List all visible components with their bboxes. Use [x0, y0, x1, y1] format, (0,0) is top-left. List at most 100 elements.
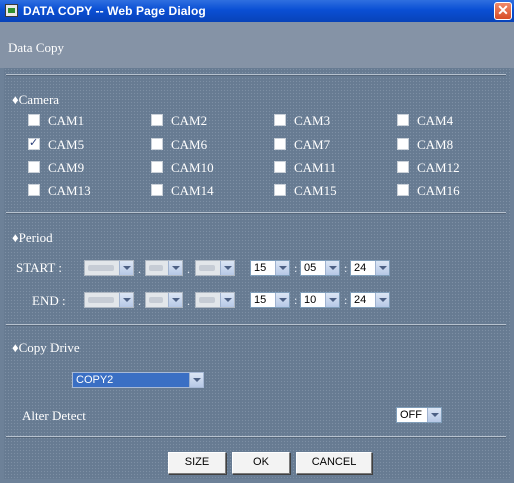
start-hour-select[interactable]: 15	[250, 260, 290, 276]
camera-label: CAM11	[294, 160, 337, 175]
camera-label: CAM13	[48, 183, 91, 198]
camera-checkbox-item[interactable]: CAM7	[274, 137, 330, 153]
checkbox[interactable]	[151, 184, 163, 196]
dialog-window: DATA COPY -- Web Page Dialog ✕ Data Copy…	[0, 0, 514, 483]
time-separator: :	[344, 293, 348, 307]
chevron-down-icon	[275, 293, 289, 307]
page-header: Data Copy	[0, 22, 514, 68]
checkbox[interactable]	[28, 161, 40, 173]
camera-label: CAM15	[294, 183, 337, 198]
start-label: START :	[16, 260, 62, 275]
camera-checkbox-item[interactable]: CAM6	[151, 137, 207, 153]
chevron-down-icon	[375, 261, 389, 275]
checkbox[interactable]	[274, 161, 286, 173]
copy-drive-section-label: ♦Copy Drive	[12, 340, 80, 355]
checkbox[interactable]	[274, 114, 286, 126]
start-day-select[interactable]	[145, 260, 183, 276]
title-bar[interactable]: DATA COPY -- Web Page Dialog ✕	[0, 0, 514, 22]
divider	[6, 74, 506, 76]
checkbox[interactable]	[397, 184, 409, 196]
camera-label: CAM6	[171, 137, 208, 152]
size-button[interactable]: SIZE	[168, 452, 226, 474]
camera-checkbox-item[interactable]: CAM5	[28, 136, 85, 153]
camera-checkbox-item[interactable]: CAM13	[28, 183, 91, 199]
camera-checkbox-item[interactable]: CAM16	[397, 183, 460, 199]
alter-detect-select[interactable]: OFF	[396, 407, 442, 423]
start-minute-select[interactable]: 05	[300, 260, 340, 276]
end-day-select[interactable]	[145, 292, 183, 308]
checkbox[interactable]	[151, 161, 163, 173]
camera-label: CAM9	[48, 160, 85, 175]
end-hour-select[interactable]: 15	[250, 292, 290, 308]
chevron-down-icon	[275, 261, 289, 275]
camera-label: CAM3	[294, 113, 331, 128]
checkbox[interactable]	[274, 184, 286, 196]
checkbox[interactable]	[28, 184, 40, 196]
time-separator: :	[294, 261, 298, 275]
period-section-label: ♦Period	[12, 230, 53, 245]
chevron-down-icon	[119, 261, 133, 275]
ok-button[interactable]: OK	[232, 452, 290, 474]
checkbox[interactable]	[28, 114, 40, 126]
chevron-down-icon	[189, 373, 203, 387]
divider	[6, 212, 506, 214]
chevron-down-icon	[375, 293, 389, 307]
camera-checkbox-item[interactable]: CAM12	[397, 160, 460, 176]
checkbox[interactable]	[397, 161, 409, 173]
end-minute-select[interactable]: 10	[300, 292, 340, 308]
end-month-select[interactable]	[84, 292, 134, 308]
camera-checkbox-item[interactable]: CAM3	[274, 113, 330, 129]
chevron-down-icon	[220, 293, 234, 307]
date-separator: .	[138, 262, 141, 276]
camera-checkbox-item[interactable]: CAM10	[151, 160, 214, 176]
camera-checkbox-item[interactable]: CAM9	[28, 160, 84, 176]
alter-detect-label: Alter Detect	[22, 408, 86, 423]
end-year-select[interactable]	[195, 292, 235, 308]
date-separator: .	[187, 262, 190, 276]
chevron-down-icon	[168, 293, 182, 307]
camera-checkbox-item[interactable]: CAM8	[397, 137, 453, 153]
chevron-down-icon	[325, 261, 339, 275]
camera-label: CAM4	[417, 113, 454, 128]
camera-section-label: ♦Camera	[12, 92, 60, 107]
checkbox[interactable]	[151, 138, 163, 150]
camera-label: CAM1	[48, 113, 85, 128]
camera-checkbox-item[interactable]: CAM1	[28, 113, 84, 129]
checkbox[interactable]	[274, 138, 286, 150]
copy-drive-select[interactable]: COPY2	[72, 372, 204, 388]
checkbox[interactable]	[151, 114, 163, 126]
close-button[interactable]: ✕	[494, 2, 512, 20]
start-second-select[interactable]: 24	[350, 260, 390, 276]
camera-label: CAM2	[171, 113, 208, 128]
checkbox[interactable]	[397, 138, 409, 150]
chevron-down-icon	[220, 261, 234, 275]
camera-label: CAM7	[294, 137, 331, 152]
chevron-down-icon	[325, 293, 339, 307]
start-month-select[interactable]	[84, 260, 134, 276]
window-title: DATA COPY -- Web Page Dialog	[23, 4, 206, 18]
page-title: Data Copy	[8, 40, 64, 55]
checkbox[interactable]	[397, 114, 409, 126]
app-icon	[5, 4, 18, 17]
camera-checkbox-item[interactable]: CAM4	[397, 113, 453, 129]
chevron-down-icon	[119, 293, 133, 307]
end-second-select[interactable]: 24	[350, 292, 390, 308]
end-label: END :	[32, 293, 66, 308]
camera-label: CAM14	[171, 183, 214, 198]
chevron-down-icon	[168, 261, 182, 275]
camera-checkbox-item[interactable]: CAM14	[151, 183, 214, 199]
start-year-select[interactable]	[195, 260, 235, 276]
content-area: ♦Camera CAM1 CAM2 CAM3 CAM4 CAM5 CAM6 CAM7 CAM8…	[4, 68, 510, 479]
camera-checkbox-item[interactable]: CAM11	[274, 160, 336, 176]
camera-label: CAM12	[417, 160, 460, 175]
time-separator: :	[344, 261, 348, 275]
cancel-button[interactable]: CANCEL	[296, 452, 372, 474]
camera-label: CAM16	[417, 183, 460, 198]
camera-label: CAM5	[48, 137, 85, 152]
camera-checkbox-item[interactable]: CAM15	[274, 183, 337, 199]
camera-checkbox-item[interactable]: CAM2	[151, 113, 207, 129]
divider	[6, 324, 506, 326]
checkbox-checked[interactable]	[28, 136, 40, 150]
date-separator: .	[187, 294, 190, 308]
chevron-down-icon	[427, 408, 441, 422]
